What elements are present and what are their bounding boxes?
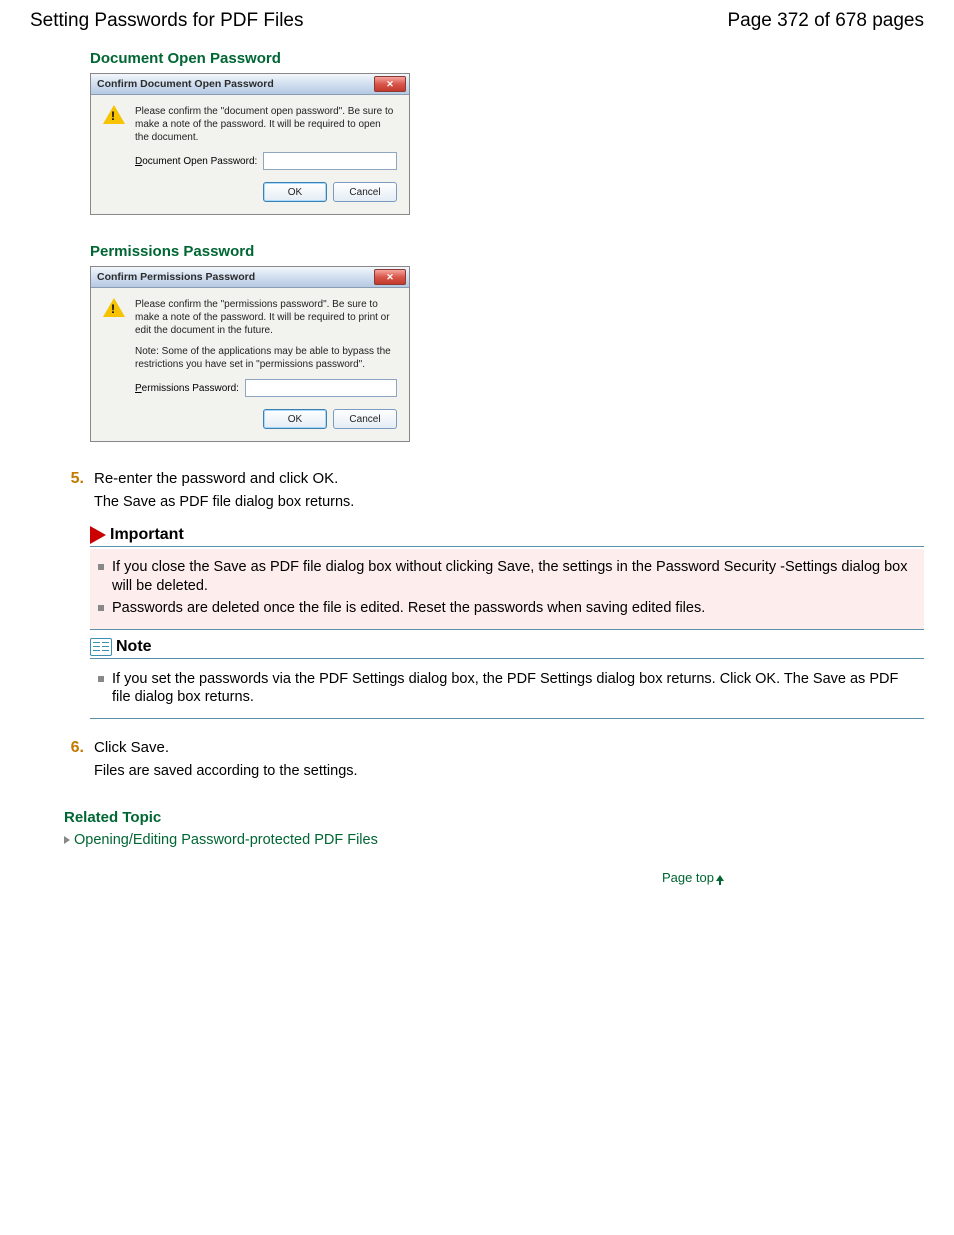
dialog-titlebar: Confirm Permissions Password ✕ <box>91 267 409 288</box>
bullet-icon <box>98 605 104 611</box>
page-number: Page 372 of 678 pages <box>727 10 924 32</box>
note-icon <box>90 638 112 656</box>
dialog-title: Confirm Document Open Password <box>97 78 274 90</box>
step-subtext: Files are saved according to the setting… <box>94 763 924 779</box>
important-title: Important <box>110 526 184 544</box>
cancel-button[interactable]: Cancel <box>333 409 397 429</box>
step-subtext: The Save as PDF file dialog box returns. <box>94 494 924 510</box>
close-icon[interactable]: ✕ <box>374 269 406 285</box>
section-permissions-password: Permissions Password <box>90 243 924 260</box>
page-top-link[interactable]: Page top <box>30 870 724 885</box>
step-number: 5. <box>64 470 84 488</box>
triangle-icon <box>64 836 70 844</box>
important-body: If you close the Save as PDF file dialog… <box>90 549 924 630</box>
dialog-title: Confirm Permissions Password <box>97 271 255 283</box>
step-number: 6. <box>64 739 84 757</box>
bullet-icon <box>98 564 104 570</box>
dialog-note: Note: Some of the applications may be ab… <box>135 345 397 371</box>
note-body: If you set the passwords via the PDF Set… <box>90 661 924 720</box>
note-bullet-1: If you set the passwords via the PDF Set… <box>112 670 916 708</box>
password-field-label: Permissions Password: <box>135 383 239 394</box>
dialog-message: Please confirm the "document open passwo… <box>135 105 397 144</box>
bullet-icon <box>98 676 104 682</box>
page-title: Setting Passwords for PDF Files <box>30 10 303 32</box>
warning-icon <box>103 298 125 317</box>
cancel-button[interactable]: Cancel <box>333 182 397 202</box>
warning-icon <box>103 105 125 124</box>
note-title: Note <box>116 638 152 656</box>
up-arrow-icon <box>716 875 724 881</box>
document-open-password-input[interactable] <box>263 152 397 170</box>
password-field-label: Document Open Password: <box>135 156 257 167</box>
step-text: Click Save. <box>94 739 169 756</box>
important-flag-icon <box>90 526 106 544</box>
related-topic-title: Related Topic <box>64 809 924 826</box>
related-topic-link[interactable]: Opening/Editing Password-protected PDF F… <box>74 832 378 848</box>
dialog-confirm-document-open-password: Confirm Document Open Password ✕ Please … <box>90 73 410 215</box>
close-icon[interactable]: ✕ <box>374 76 406 92</box>
page-header: Setting Passwords for PDF Files Page 372… <box>30 10 924 32</box>
dialog-titlebar: Confirm Document Open Password ✕ <box>91 74 409 95</box>
dialog-message: Please confirm the "permissions password… <box>135 298 397 337</box>
section-document-open-password: Document Open Password <box>90 50 924 67</box>
ok-button[interactable]: OK <box>263 409 327 429</box>
important-header: Important <box>90 526 924 547</box>
step-6: 6. Click Save. <box>64 739 924 757</box>
ok-button[interactable]: OK <box>263 182 327 202</box>
important-bullet-2: Passwords are deleted once the file is e… <box>112 599 705 618</box>
important-bullet-1: If you close the Save as PDF file dialog… <box>112 558 916 596</box>
dialog-confirm-permissions-password: Confirm Permissions Password ✕ Please co… <box>90 266 410 442</box>
step-5: 5. Re-enter the password and click OK. <box>64 470 924 488</box>
note-header: Note <box>90 638 924 659</box>
step-text: Re-enter the password and click OK. <box>94 470 338 487</box>
permissions-password-input[interactable] <box>245 379 397 397</box>
